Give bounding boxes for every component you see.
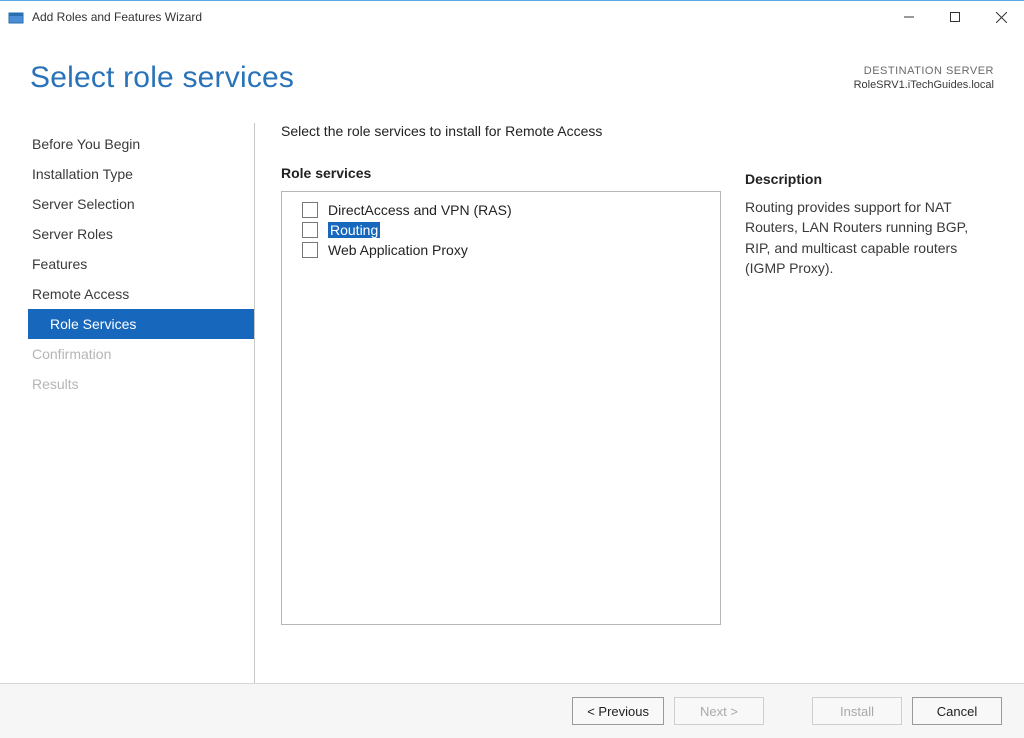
destination-info: DESTINATION SERVER RoleSRV1.iTechGuides.… [854, 65, 994, 91]
description-label: Description [745, 171, 994, 187]
destination-server: RoleSRV1.iTechGuides.local [854, 79, 994, 91]
sidebar-item-features[interactable]: Features [30, 249, 244, 279]
close-button[interactable] [978, 1, 1024, 33]
sidebar-item-confirmation: Confirmation [30, 339, 244, 369]
role-item-routing[interactable]: Routing [292, 220, 710, 240]
role-item-web-application-proxy[interactable]: Web Application Proxy [292, 240, 710, 260]
sidebar-item-server-selection[interactable]: Server Selection [30, 189, 244, 219]
checkbox-icon[interactable] [302, 202, 318, 218]
checkbox-icon[interactable] [302, 242, 318, 258]
footer-buttons: < Previous Next > Install Cancel [0, 683, 1024, 738]
page-title: Select role services [30, 61, 294, 95]
main-content: Before You Begin Installation Type Serve… [0, 95, 1024, 683]
header: Select role services DESTINATION SERVER … [0, 33, 1024, 95]
role-services-listbox[interactable]: DirectAccess and VPN (RAS) Routing Web A… [281, 191, 721, 625]
role-services-label: Role services [281, 165, 721, 181]
instruction-text: Select the role services to install for … [281, 123, 721, 139]
destination-label: DESTINATION SERVER [854, 65, 994, 77]
previous-button[interactable]: < Previous [572, 697, 664, 725]
maximize-button[interactable] [932, 1, 978, 33]
wizard-steps-sidebar: Before You Begin Installation Type Serve… [30, 123, 255, 683]
sidebar-item-remote-access[interactable]: Remote Access [30, 279, 244, 309]
minimize-button[interactable] [886, 1, 932, 33]
role-services-column: Select the role services to install for … [281, 123, 721, 683]
sidebar-item-role-services[interactable]: Role Services [28, 309, 254, 339]
next-button: Next > [674, 697, 764, 725]
sidebar-item-before-you-begin[interactable]: Before You Begin [30, 129, 244, 159]
sidebar-item-server-roles[interactable]: Server Roles [30, 219, 244, 249]
window-title: Add Roles and Features Wizard [32, 10, 202, 24]
description-column: Description Routing provides support for… [721, 123, 994, 683]
role-item-label: Web Application Proxy [328, 242, 468, 258]
role-item-directaccess-vpn[interactable]: DirectAccess and VPN (RAS) [292, 200, 710, 220]
sidebar-item-installation-type[interactable]: Installation Type [30, 159, 244, 189]
role-item-label: DirectAccess and VPN (RAS) [328, 202, 512, 218]
content-area: Select the role services to install for … [255, 123, 994, 683]
cancel-button[interactable]: Cancel [912, 697, 1002, 725]
description-text: Routing provides support for NAT Routers… [745, 197, 994, 278]
window-controls [886, 1, 1024, 33]
app-icon [8, 9, 24, 25]
titlebar: Add Roles and Features Wizard [0, 1, 1024, 33]
sidebar-item-results: Results [30, 369, 244, 399]
install-button: Install [812, 697, 902, 725]
checkbox-icon[interactable] [302, 222, 318, 238]
role-item-label: Routing [328, 222, 380, 238]
